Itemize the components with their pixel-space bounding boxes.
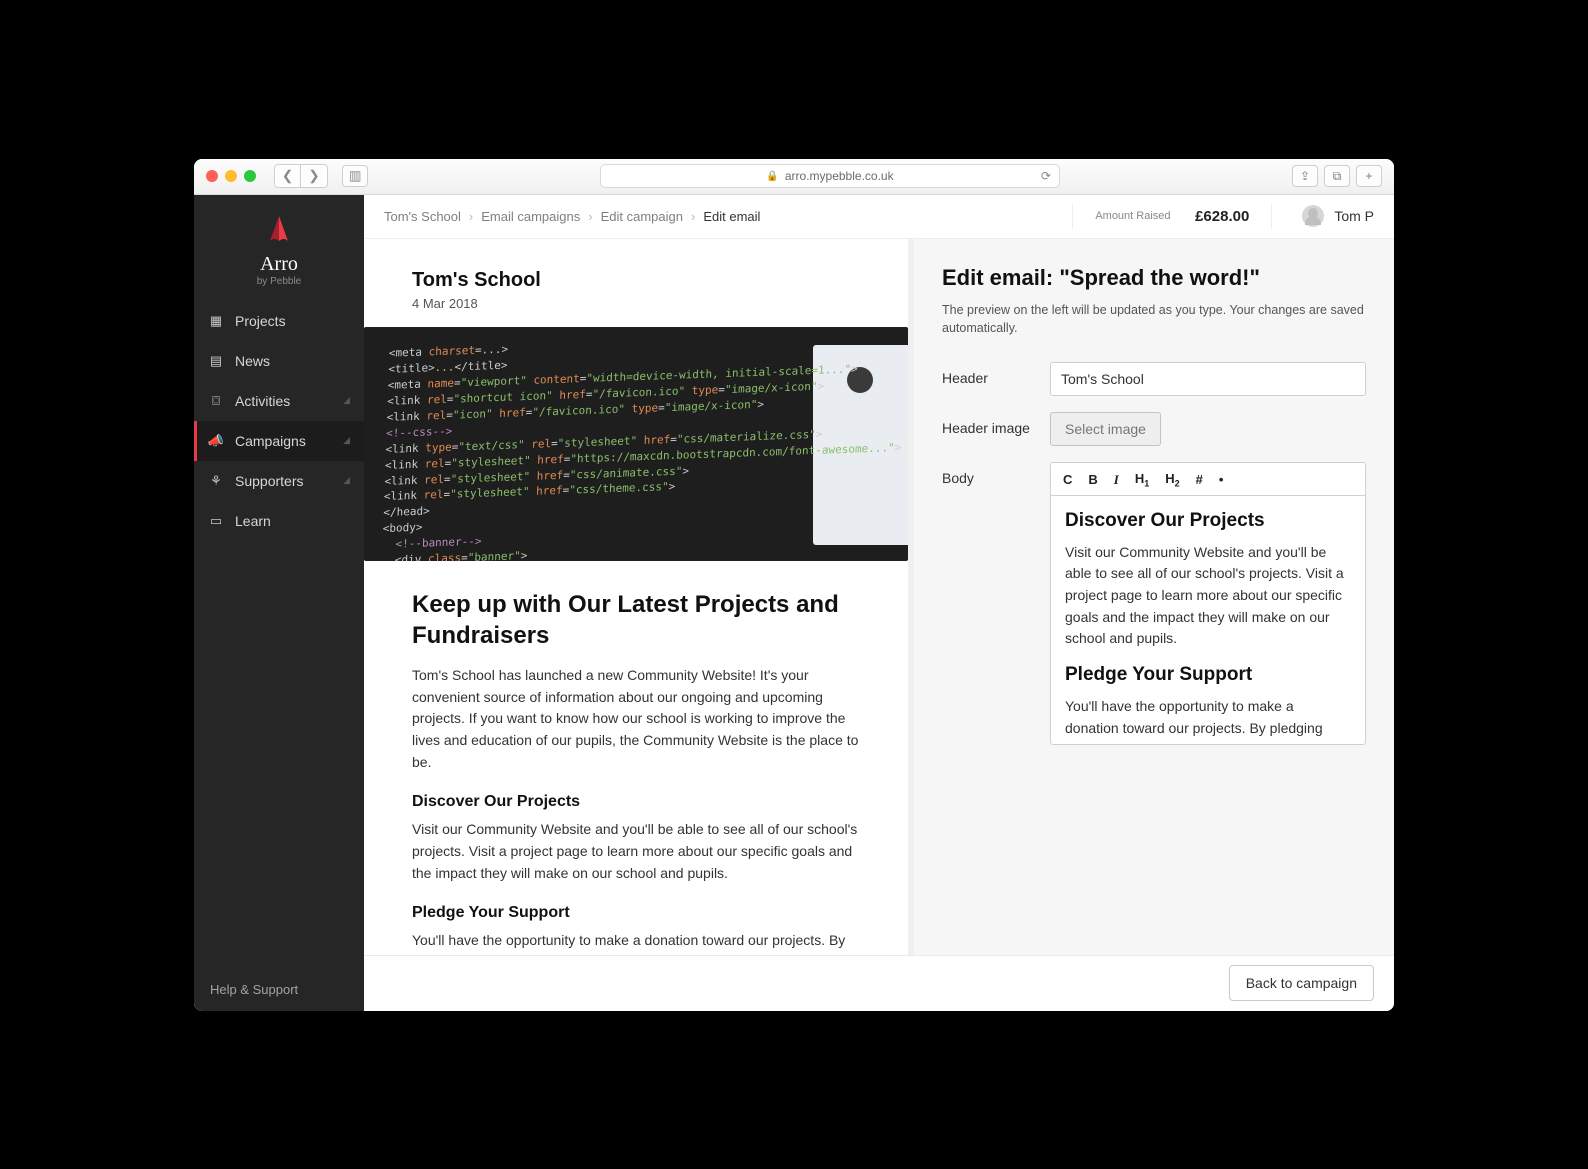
address-bar[interactable]: 🔒 arro.mypebble.co.uk ⟳ [600, 164, 1060, 188]
campaigns-icon: 📣 [208, 433, 224, 449]
sidebar-item-activities[interactable]: ⌼ Activities ◢ [194, 381, 364, 421]
refresh-icon[interactable]: ⟳ [1041, 169, 1051, 183]
activities-icon: ⌼ [208, 393, 224, 409]
header-label: Header [942, 362, 1050, 386]
editor-title: Edit email: "Spread the word!" [942, 265, 1366, 291]
toolbar-h1[interactable]: H1 [1135, 471, 1149, 489]
header-image-preview: <meta charset=...> <title>...</title> <m… [364, 327, 908, 561]
logo: Arro by Pebble [194, 195, 364, 301]
url-text: arro.mypebble.co.uk [785, 169, 894, 183]
preview-intro: Tom's School has launched a new Communit… [412, 665, 860, 773]
browser-window: ❮ ❯ ▥ 🔒 arro.mypebble.co.uk ⟳ ⇪ ⧉ + [194, 159, 1394, 1011]
toolbar-italic[interactable]: I [1114, 472, 1119, 488]
topbar: Tom's School› Email campaigns› Edit camp… [364, 195, 1394, 239]
body-toolbar: C B I H1 H2 # • [1050, 462, 1366, 495]
logo-name: Arro [194, 253, 364, 276]
preview-s1-body: Visit our Community Website and you'll b… [412, 819, 860, 884]
sidebar: Arro by Pebble ▦ Projects ▤ News ⌼ Activ… [194, 195, 364, 1011]
footer: Back to campaign [364, 955, 1394, 1011]
crumb[interactable]: Tom's School [384, 209, 461, 224]
sidebar-toggle-icon[interactable]: ▥ [342, 165, 368, 187]
sidebar-item-label: Activities [235, 393, 290, 409]
nav-list: ▦ Projects ▤ News ⌼ Activities ◢ 📣 Campa… [194, 301, 364, 541]
preview-headline: Keep up with Our Latest Projects and Fun… [412, 589, 860, 651]
header-input[interactable] [1050, 362, 1366, 396]
chevron-right-icon: ◢ [343, 475, 350, 486]
editor-hint: The preview on the left will be updated … [942, 301, 1366, 339]
back-to-campaign-button[interactable]: Back to campaign [1229, 965, 1374, 1001]
crumb[interactable]: Edit campaign [601, 209, 683, 224]
amount-value: £628.00 [1195, 208, 1249, 225]
preview-s2-body: You'll have the opportunity to make a do… [412, 930, 860, 954]
email-editor: Edit email: "Spread the word!" The previ… [914, 239, 1394, 955]
toolbar-hash[interactable]: # [1196, 472, 1203, 487]
new-tab-button[interactable]: + [1356, 165, 1382, 187]
sidebar-item-label: Supporters [235, 473, 303, 489]
titlebar: ❮ ❯ ▥ 🔒 arro.mypebble.co.uk ⟳ ⇪ ⧉ + [194, 159, 1394, 195]
sidebar-item-campaigns[interactable]: 📣 Campaigns ◢ [194, 421, 364, 461]
sidebar-item-news[interactable]: ▤ News [194, 341, 364, 381]
tabs-icon[interactable]: ⧉ [1324, 165, 1350, 187]
minimize-icon[interactable] [225, 170, 237, 182]
sidebar-item-learn[interactable]: ▭ Learn [194, 501, 364, 541]
preview-s1-title: Discover Our Projects [412, 793, 860, 811]
user-menu[interactable]: Tom P [1296, 205, 1374, 227]
sidebar-item-projects[interactable]: ▦ Projects [194, 301, 364, 341]
body-p1: Visit our Community Website and you'll b… [1065, 542, 1351, 650]
preview-school: Tom's School [412, 269, 860, 292]
select-image-button[interactable]: Select image [1050, 412, 1161, 446]
toolbar-bold[interactable]: B [1088, 472, 1097, 487]
sidebar-item-supporters[interactable]: ⚘ Supporters ◢ [194, 461, 364, 501]
chevron-right-icon: ◢ [343, 435, 350, 446]
sidebar-item-label: Learn [235, 513, 271, 529]
crumb[interactable]: Email campaigns [481, 209, 580, 224]
zoom-icon[interactable] [244, 170, 256, 182]
learn-icon: ▭ [208, 513, 224, 529]
user-name: Tom P [1334, 208, 1374, 224]
help-link[interactable]: Help & Support [194, 968, 364, 1011]
main: Tom's School› Email campaigns› Edit camp… [364, 195, 1394, 1011]
amount-label: Amount Raised [1095, 210, 1170, 222]
forward-button[interactable]: ❯ [301, 165, 327, 187]
breadcrumb: Tom's School› Email campaigns› Edit camp… [384, 209, 760, 224]
avatar-icon [1302, 205, 1324, 227]
projects-icon: ▦ [208, 313, 224, 329]
body-h1: Discover Our Projects [1065, 510, 1351, 532]
header-image-label: Header image [942, 412, 1050, 436]
share-icon[interactable]: ⇪ [1292, 165, 1318, 187]
body-label: Body [942, 462, 1050, 486]
preview-date: 4 Mar 2018 [412, 296, 860, 311]
supporters-icon: ⚘ [208, 473, 224, 489]
lock-icon: 🔒 [766, 171, 778, 182]
crumb-current: Edit email [703, 209, 760, 224]
chevron-right-icon: ◢ [343, 395, 350, 406]
email-preview: Tom's School 4 Mar 2018 <meta charset=..… [364, 239, 914, 955]
toolbar-h2[interactable]: H2 [1165, 471, 1179, 489]
body-h2: Pledge Your Support [1065, 664, 1351, 686]
toolbar-bullet[interactable]: • [1219, 472, 1224, 487]
logo-sub: by Pebble [194, 276, 364, 287]
logo-icon [262, 213, 296, 247]
amount-raised: Amount Raised £628.00 [1072, 204, 1272, 229]
body-p2: You'll have the opportunity to make a do… [1065, 696, 1351, 745]
sidebar-item-label: Campaigns [235, 433, 306, 449]
news-icon: ▤ [208, 353, 224, 369]
window-controls [206, 170, 256, 182]
preview-s2-title: Pledge Your Support [412, 904, 860, 922]
nav-buttons: ❮ ❯ [274, 164, 328, 188]
sidebar-item-label: News [235, 353, 270, 369]
close-icon[interactable] [206, 170, 218, 182]
toolbar-code[interactable]: C [1063, 472, 1072, 487]
back-button[interactable]: ❮ [275, 165, 301, 187]
body-editor[interactable]: Discover Our Projects Visit our Communit… [1050, 495, 1366, 745]
sidebar-item-label: Projects [235, 313, 286, 329]
